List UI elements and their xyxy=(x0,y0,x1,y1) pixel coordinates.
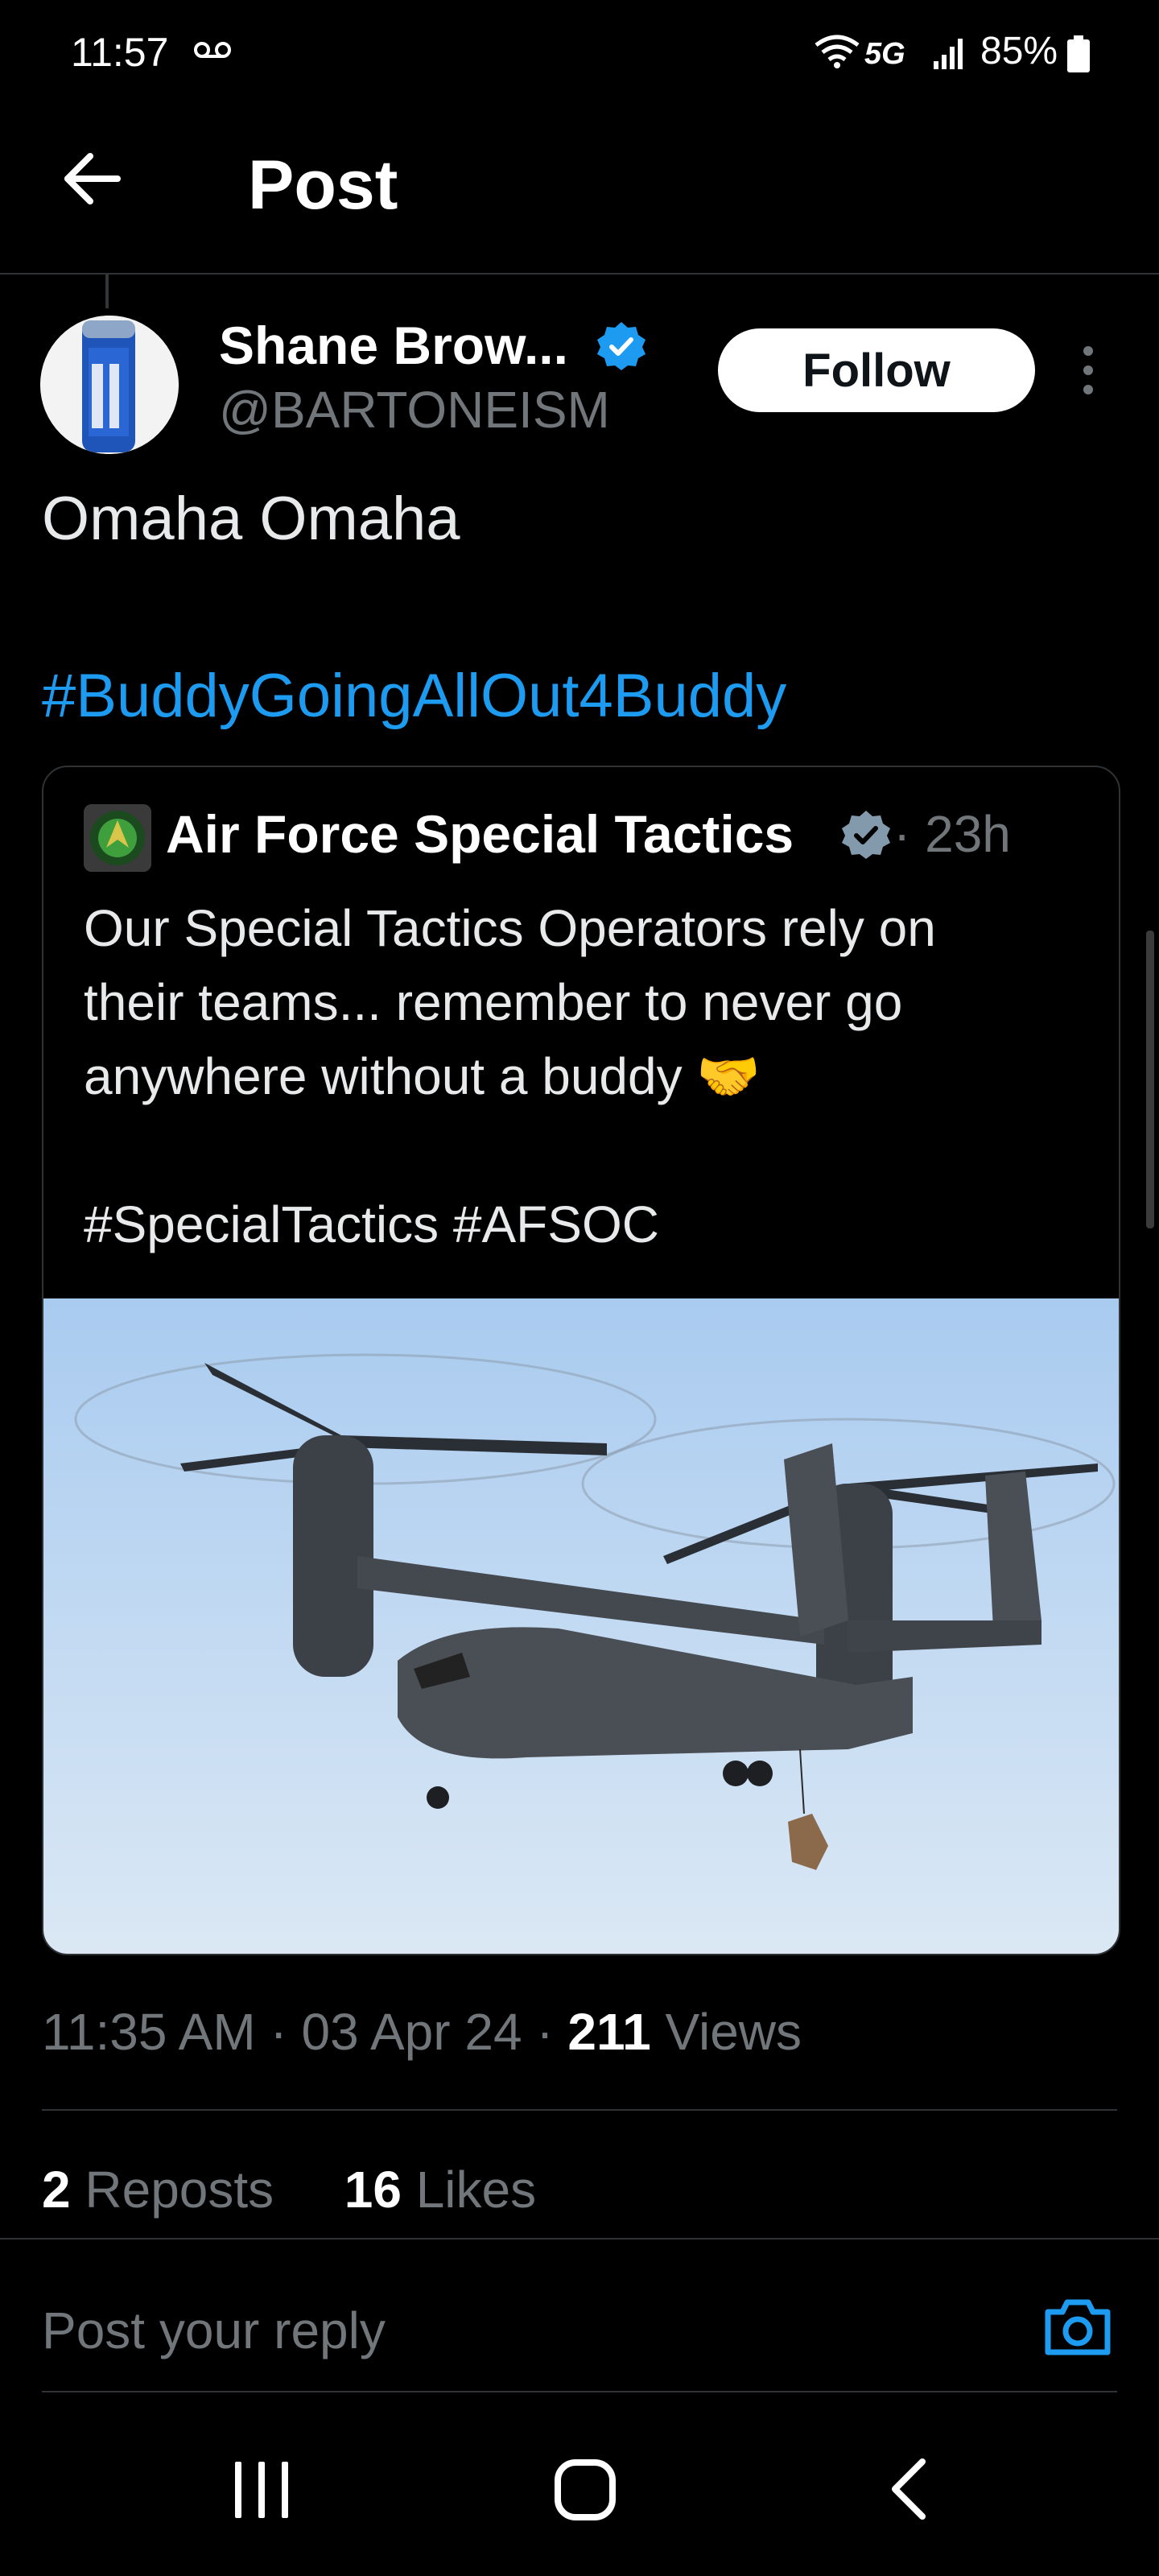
verified-icon xyxy=(597,322,645,370)
post-timestamp: 11:35 AM · 03 Apr 24 · xyxy=(42,2003,568,2061)
handshake-emoji: 🤝 xyxy=(696,1047,761,1105)
reply-input[interactable] xyxy=(42,2294,1008,2367)
quote-text-line-3: anywhere without a buddy 🤝 xyxy=(84,1044,761,1108)
meta-divider xyxy=(42,2109,1117,2111)
author-handle[interactable]: @BARTONEISM xyxy=(219,378,610,441)
reposts-label: Reposts xyxy=(70,2161,274,2219)
reply-divider xyxy=(42,2391,1117,2392)
status-time: 11:57 xyxy=(71,30,169,75)
avatar[interactable] xyxy=(40,316,179,454)
scrollbar-thumb[interactable] xyxy=(1146,931,1154,1228)
wifi-icon xyxy=(815,35,860,68)
more-icon[interactable] xyxy=(1079,345,1098,396)
battery-icon xyxy=(1067,35,1090,72)
quote-text-line-2: their teams... remember to never go xyxy=(84,973,903,1031)
post-hashtag-link[interactable]: #BuddyGoingAllOut4Buddy xyxy=(42,660,786,733)
nav-home-icon[interactable] xyxy=(554,2458,617,2521)
quote-avatar xyxy=(84,804,151,872)
engagement-divider xyxy=(0,2238,1159,2240)
nav-back-icon[interactable] xyxy=(889,2457,929,2521)
reposts-stat[interactable]: 2 Reposts xyxy=(42,2161,274,2219)
views-count: 211 xyxy=(567,2003,651,2061)
nav-recents-icon[interactable] xyxy=(232,2460,291,2520)
quote-author-name: Air Force Special Tactics xyxy=(166,804,794,864)
signal-icon xyxy=(934,39,963,69)
author-name[interactable]: Shane Brow... xyxy=(219,314,568,377)
post-meta: 11:35 AM · 03 Apr 24 · 211 Views xyxy=(42,2000,802,2064)
views-label: Views xyxy=(650,2003,802,2061)
network-label: 5G xyxy=(864,37,905,71)
reposts-count: 2 xyxy=(42,2161,71,2219)
quote-hashtags[interactable]: #SpecialTactics #AFSOC xyxy=(84,1192,659,1257)
quote-media-image[interactable] xyxy=(43,1298,1119,1954)
page-title: Post xyxy=(248,147,398,224)
quoted-post-card[interactable]: Air Force Special Tactics · 23h Our Spec… xyxy=(42,766,1120,1955)
likes-count: 16 xyxy=(344,2161,402,2219)
post-text: Omaha Omaha xyxy=(42,485,460,553)
quote-text-line-3-text: anywhere without a buddy xyxy=(84,1047,683,1105)
gray-verified-icon xyxy=(842,811,890,859)
header-divider xyxy=(0,273,1159,275)
battery-percent: 85% xyxy=(980,30,1058,72)
quote-text-line-1: Our Special Tactics Operators rely on xyxy=(84,899,936,957)
thread-line xyxy=(105,275,109,308)
quote-time: · 23h xyxy=(893,805,1011,863)
follow-button[interactable]: Follow xyxy=(718,328,1035,412)
engagement-stats: 2 Reposts 16 Likes xyxy=(42,2157,536,2222)
likes-label: Likes xyxy=(401,2161,537,2219)
likes-stat[interactable]: 16 Likes xyxy=(344,2161,536,2219)
camera-icon[interactable] xyxy=(1043,2296,1112,2357)
back-arrow-icon[interactable] xyxy=(58,145,126,213)
voicemail-icon xyxy=(194,42,231,58)
